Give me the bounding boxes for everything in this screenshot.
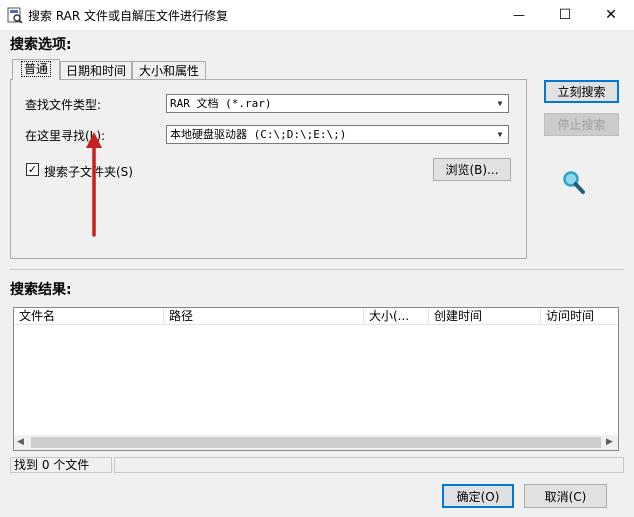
file-type-label: 查找文件类型: [25,98,102,112]
ok-button-label: 确定(O) [456,489,500,504]
column-header-size-label: 大小(... [369,309,410,323]
column-header-path[interactable]: 路径 [164,308,364,325]
app-icon [7,7,23,24]
column-header-accessed[interactable]: 访问时间 [541,308,618,325]
search-now-label: 立刻搜索 [557,85,606,99]
results-list[interactable]: 文件名 路径 大小(... 创建时间 访问时间 ◀ ▶ [13,307,619,451]
window-title: 搜索 RAR 文件或自解压文件进行修复 [28,9,229,23]
tab-size-attributes[interactable]: 大小和属性 [132,61,206,80]
scrollbar-thumb[interactable] [31,437,601,448]
look-in-value: 本地硬盘驱动器 (C:\;D:\;E:\;) [170,128,347,141]
column-header-filename-label: 文件名 [19,309,56,323]
look-in-select[interactable]: 本地硬盘驱动器 (C:\;D:\;E:\;) ▼ [166,125,509,144]
cancel-button-label: 取消(C) [544,489,587,504]
tab-general-label: 普通 [20,61,51,77]
chevron-down-icon: ▼ [497,99,503,108]
browse-button[interactable]: 浏览(B)... [433,158,511,181]
tab-general[interactable]: 普通 [12,59,60,80]
subfolders-checkbox[interactable]: ✓ [26,163,39,176]
stop-search-label: 停止搜索 [557,118,606,132]
minimize-button[interactable]: — [496,0,542,30]
file-type-select[interactable]: RAR 文档 (*.rar) ▼ [166,94,509,113]
column-header-accessed-label: 访问时间 [546,309,595,323]
ok-button[interactable]: 确定(O) [442,484,514,508]
close-button[interactable]: ✕ [588,0,634,30]
chevron-down-icon: ▼ [497,130,503,139]
scroll-right-icon[interactable]: ▶ [606,437,613,447]
scroll-left-icon[interactable]: ◀ [17,437,24,447]
column-header-path-label: 路径 [169,309,194,323]
section-divider [10,269,624,270]
magnifier-icon [563,171,585,194]
tab-size-attributes-label: 大小和属性 [138,64,199,78]
status-found-count: 找到 0 个文件 [10,457,112,473]
column-header-created-label: 创建时间 [434,309,483,323]
search-results-heading: 搜索结果: [10,282,72,298]
search-options-heading: 搜索选项: [10,37,72,53]
cancel-button[interactable]: 取消(C) [524,484,607,508]
search-now-button[interactable]: 立刻搜索 [544,80,619,103]
status-panel [114,457,624,473]
maximize-button[interactable]: ☐ [542,0,588,30]
column-header-size[interactable]: 大小(... [364,308,429,325]
horizontal-scrollbar[interactable]: ◀ ▶ [14,435,618,450]
column-header-filename[interactable]: 文件名 [14,308,164,325]
tab-date-time-label: 日期和时间 [65,64,126,78]
stop-search-button[interactable]: 停止搜索 [544,113,619,136]
title-bar: 搜索 RAR 文件或自解压文件进行修复 — ☐ ✕ [0,0,634,31]
maximize-icon: ☐ [558,7,572,23]
minimize-icon: — [513,8,525,22]
file-type-value: RAR 文档 (*.rar) [170,97,272,110]
tab-date-time[interactable]: 日期和时间 [60,61,132,80]
browse-button-label: 浏览(B)... [445,163,499,177]
column-header-created[interactable]: 创建时间 [429,308,541,325]
close-icon: ✕ [605,7,617,23]
annotation-arrow [86,132,102,237]
